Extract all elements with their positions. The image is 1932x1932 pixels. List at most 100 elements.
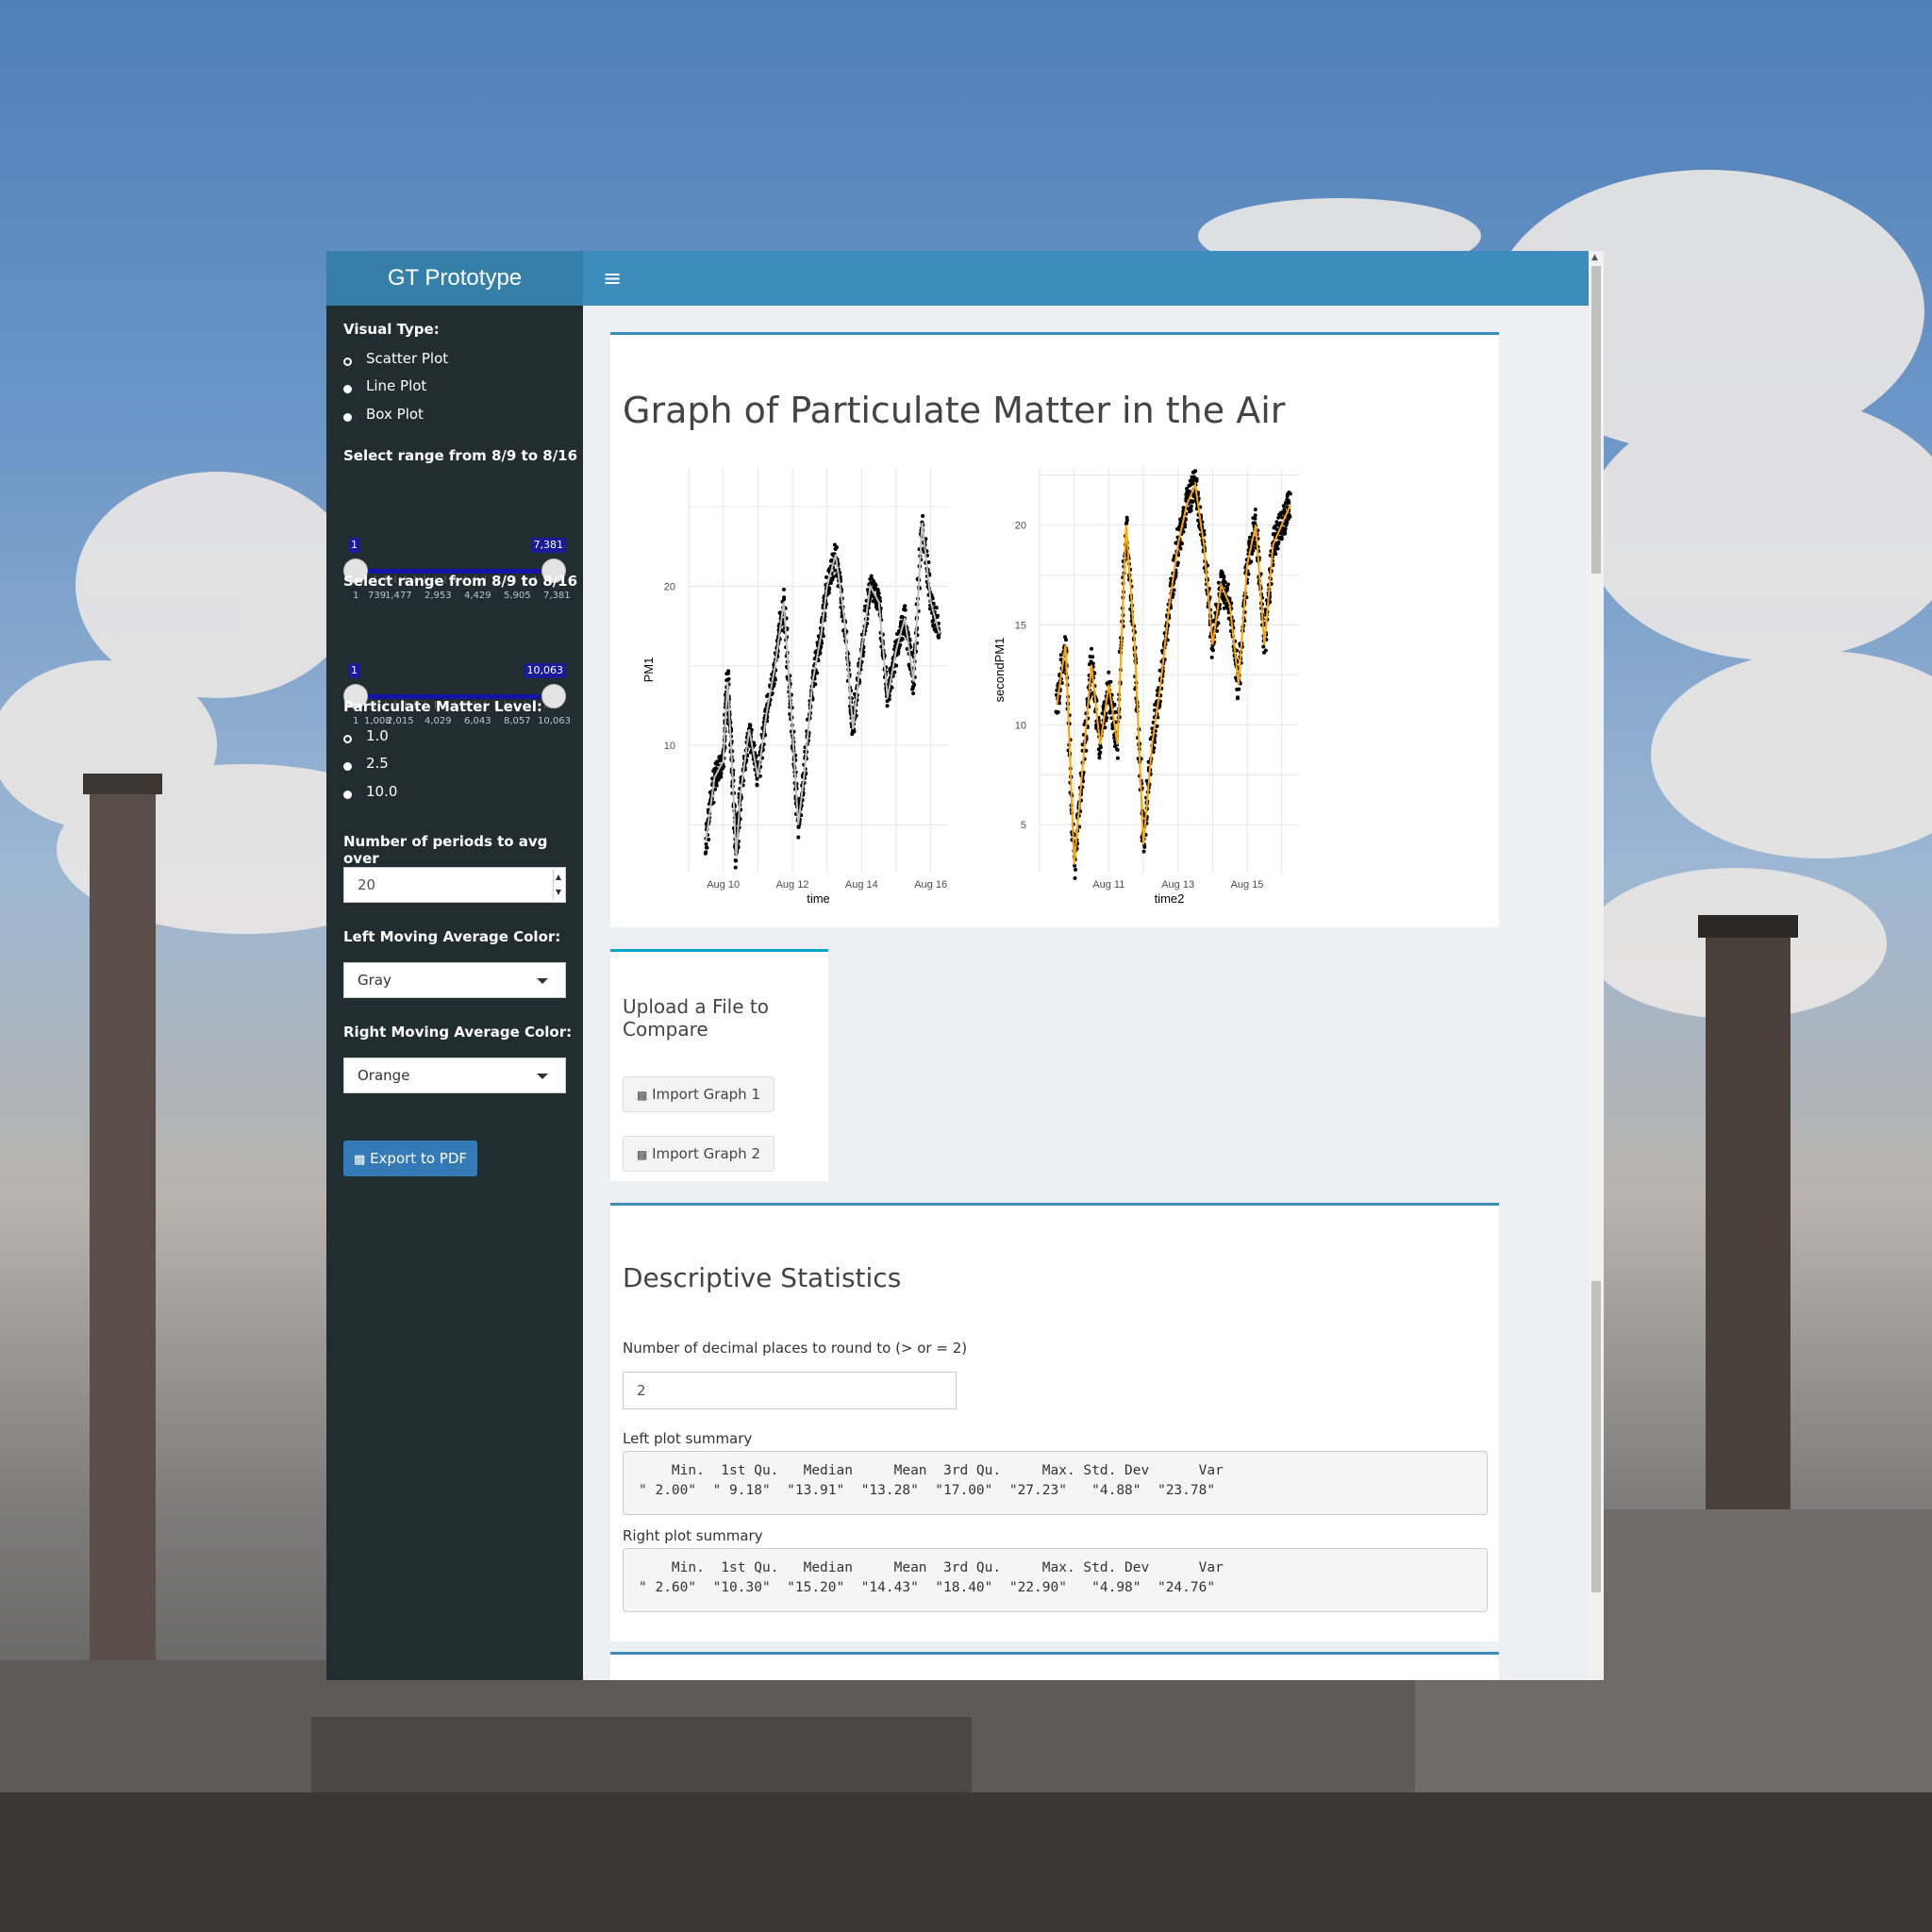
data-point bbox=[1115, 756, 1120, 760]
data-point bbox=[874, 583, 878, 588]
import-graph-1-button[interactable]: ▩ Import Graph 1 bbox=[623, 1076, 774, 1112]
periods-label: Number of periods to avg over bbox=[343, 833, 548, 867]
next-box bbox=[610, 1652, 1499, 1680]
sidebar: Visual Type: Scatter Plot Line Plot Box … bbox=[326, 306, 583, 1680]
export-pdf-button[interactable]: ▩ Export to PDF bbox=[343, 1141, 477, 1176]
vertical-scrollbar[interactable]: ▲ bbox=[1589, 251, 1604, 1680]
data-point bbox=[1180, 541, 1184, 546]
data-point bbox=[834, 545, 839, 550]
summary-header: Min. 1st Qu. Median Mean 3rd Qu. Max. St… bbox=[639, 1560, 1224, 1575]
data-point bbox=[733, 865, 738, 870]
data-point bbox=[715, 762, 720, 767]
data-point bbox=[1288, 491, 1292, 496]
data-point bbox=[1098, 745, 1103, 750]
tick-label: 2,015 bbox=[387, 716, 414, 726]
data-point bbox=[885, 704, 890, 708]
radio-pm-10-0[interactable]: 10.0 bbox=[343, 780, 397, 803]
data-point bbox=[903, 608, 908, 612]
range1-label: Select range from 8/9 to 8/16 bbox=[343, 447, 578, 464]
data-point bbox=[755, 782, 759, 787]
radio-scatter-plot[interactable]: Scatter Plot bbox=[343, 347, 448, 370]
data-point bbox=[705, 845, 709, 850]
data-point bbox=[1155, 724, 1159, 728]
x-tick-labels: Aug 10 Aug 12 Aug 14 Aug 16 bbox=[707, 879, 947, 891]
data-point bbox=[782, 597, 787, 602]
right-color-select[interactable]: Orange bbox=[343, 1058, 566, 1093]
app-title[interactable]: GT Prototype bbox=[326, 251, 583, 306]
radio-label: Scatter Plot bbox=[366, 350, 449, 367]
moving-average-line bbox=[705, 522, 941, 858]
data-point bbox=[1090, 646, 1093, 651]
data-point bbox=[1124, 515, 1129, 520]
scrollbar-thumb[interactable] bbox=[1591, 266, 1601, 574]
data-point bbox=[1181, 529, 1186, 534]
spinner-icon[interactable]: ▲ ▼ bbox=[553, 870, 563, 900]
radio-pm-2-5[interactable]: 2.5 bbox=[343, 752, 389, 774]
slider-min-value: 1 bbox=[348, 538, 360, 553]
data-point bbox=[1074, 867, 1078, 872]
radio-label: 1.0 bbox=[366, 727, 389, 744]
data-point bbox=[887, 697, 891, 702]
summary-values: " 2.00" " 9.18" "13.91" "13.28" "17.00" … bbox=[639, 1483, 1216, 1498]
data-point bbox=[1282, 508, 1287, 512]
data-point bbox=[1189, 504, 1193, 508]
periods-input[interactable]: 20 ▲ ▼ bbox=[343, 867, 566, 903]
data-point bbox=[1178, 546, 1183, 551]
stats-title: Descriptive Statistics bbox=[623, 1262, 902, 1293]
radio-icon bbox=[343, 412, 352, 422]
data-point bbox=[1276, 540, 1281, 544]
left-summary-output: Min. 1st Qu. Median Mean 3rd Qu. Max. St… bbox=[623, 1451, 1488, 1515]
import-graph-2-button[interactable]: ▩ Import Graph 2 bbox=[623, 1136, 774, 1172]
slider-max-handle[interactable] bbox=[541, 684, 566, 708]
upload-title: Upload a File to Compare bbox=[623, 995, 769, 1041]
slider-max-value: 7,381 bbox=[530, 538, 566, 553]
data-point bbox=[911, 691, 916, 695]
file-upload-icon: ▩ bbox=[637, 1089, 648, 1102]
radio-label: 2.5 bbox=[366, 755, 389, 772]
scroll-up-icon[interactable]: ▲ bbox=[1591, 253, 1598, 262]
data-point bbox=[1215, 628, 1220, 633]
data-point bbox=[1249, 559, 1254, 564]
header-bar: GT Prototype ≡ bbox=[326, 251, 1589, 306]
x-tick-label: Aug 14 bbox=[845, 879, 878, 891]
data-point bbox=[870, 576, 874, 581]
scrollbar-thumb-lower[interactable] bbox=[1591, 1281, 1601, 1592]
data-point bbox=[1056, 709, 1060, 714]
data-point bbox=[1058, 653, 1063, 658]
pm-level-label: Particulate Matter Level: bbox=[343, 698, 542, 715]
radio-pm-1-0[interactable]: 1.0 bbox=[343, 724, 389, 747]
data-point bbox=[1091, 655, 1095, 659]
data-point bbox=[725, 671, 730, 675]
data-point bbox=[1253, 508, 1257, 512]
data-point bbox=[1064, 638, 1068, 642]
radio-line-plot[interactable]: Line Plot bbox=[343, 375, 426, 397]
decimal-input[interactable]: 2 bbox=[623, 1372, 957, 1409]
tick-label: 739 bbox=[368, 591, 387, 601]
data-point bbox=[903, 604, 907, 608]
button-label: Export to PDF bbox=[370, 1150, 467, 1167]
tick-label: 7,381 bbox=[543, 591, 571, 601]
data-point bbox=[1190, 499, 1194, 504]
right-color-label: Right Moving Average Color: bbox=[343, 1024, 573, 1041]
radio-selected-icon bbox=[343, 357, 352, 366]
data-point bbox=[1275, 546, 1280, 551]
data-point bbox=[733, 858, 738, 862]
select-value: Orange bbox=[358, 1067, 410, 1084]
data-point bbox=[748, 723, 753, 727]
radio-label: Line Plot bbox=[366, 377, 427, 394]
data-point bbox=[782, 587, 786, 591]
x-tick-labels: Aug 11 Aug 13 Aug 15 bbox=[1092, 879, 1263, 891]
hamburger-icon[interactable]: ≡ bbox=[600, 264, 625, 292]
x-tick-label: Aug 16 bbox=[914, 879, 947, 891]
data-point bbox=[1223, 580, 1227, 584]
y-tick-label: 5 bbox=[1021, 820, 1026, 831]
left-color-label: Left Moving Average Color: bbox=[343, 928, 561, 945]
left-color-select[interactable]: Gray bbox=[343, 962, 566, 998]
data-point bbox=[833, 568, 838, 573]
right-summary-output: Min. 1st Qu. Median Mean 3rd Qu. Max. St… bbox=[623, 1548, 1488, 1612]
chevron-down-icon bbox=[537, 1074, 548, 1079]
tick-label: 1,477 bbox=[385, 591, 412, 601]
x-axis-label: time bbox=[807, 891, 830, 906]
data-point bbox=[704, 841, 708, 846]
radio-box-plot[interactable]: Box Plot bbox=[343, 403, 424, 425]
